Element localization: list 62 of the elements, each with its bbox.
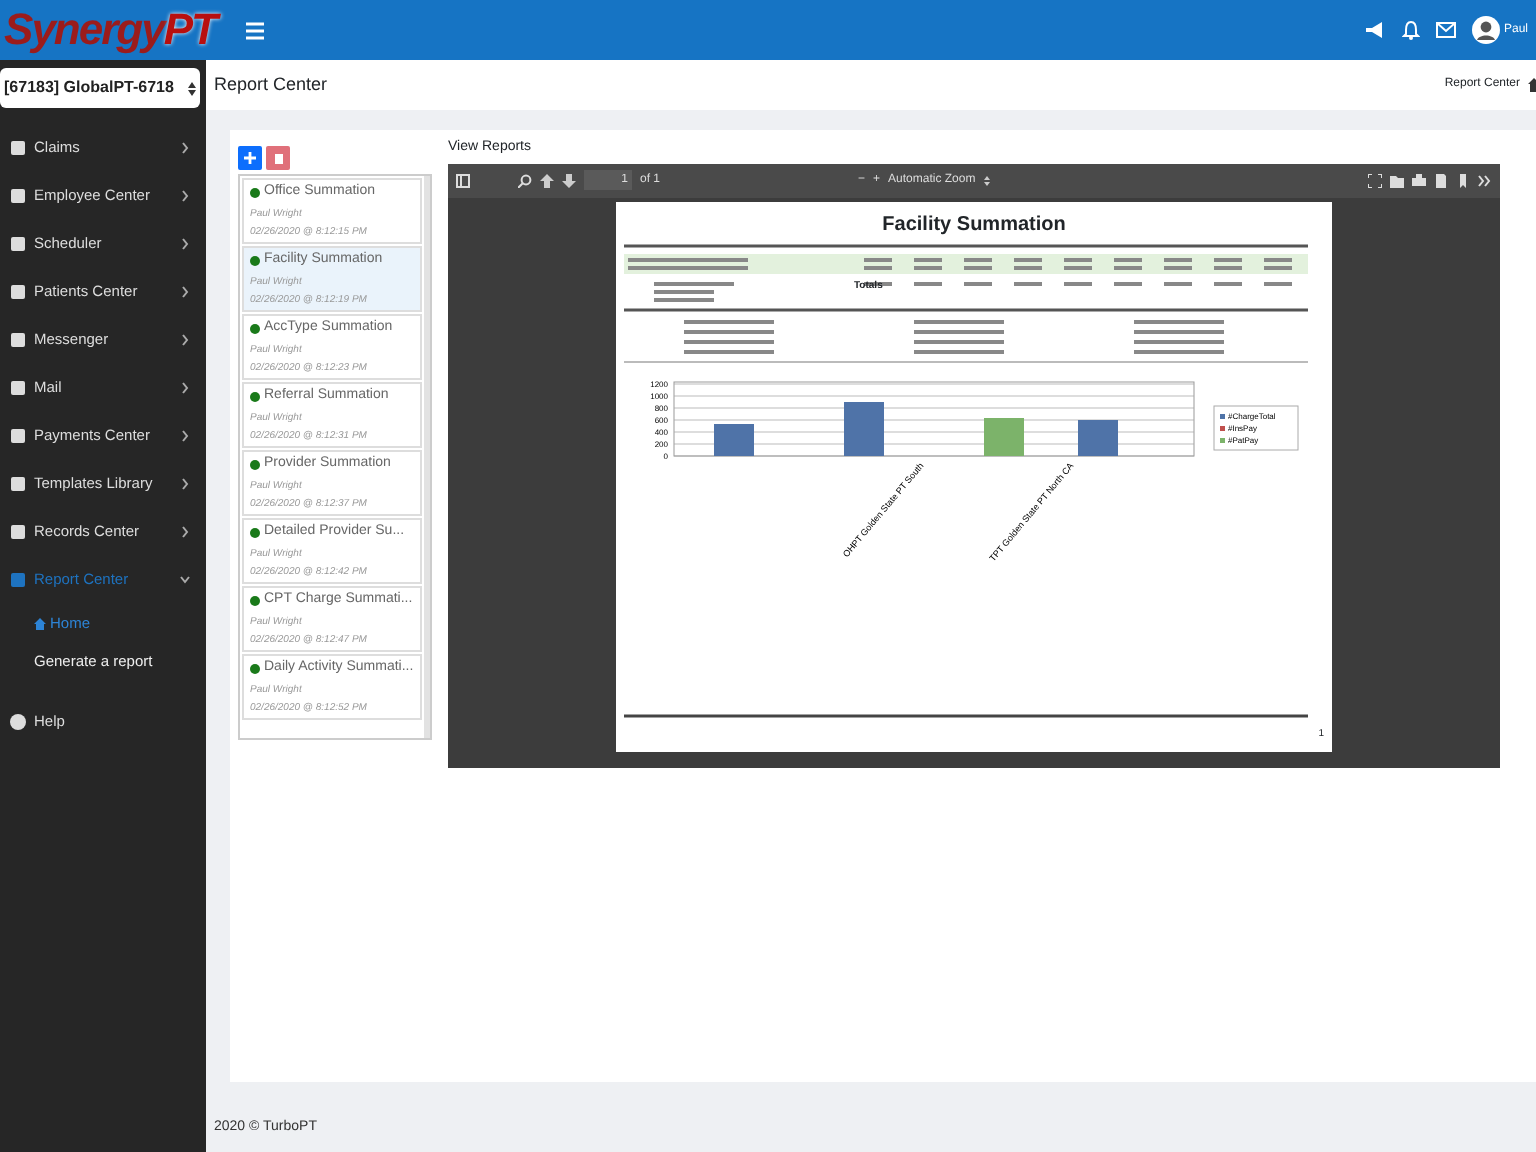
status-dot — [250, 255, 260, 266]
status-dot — [250, 459, 260, 470]
sort-icon — [983, 175, 990, 185]
square-icon — [10, 380, 26, 396]
delete-button[interactable] — [266, 146, 290, 170]
square-icon — [10, 140, 26, 156]
mail-icon[interactable] — [1435, 22, 1456, 38]
plus-icon — [244, 152, 256, 164]
home-icon[interactable] — [1528, 78, 1536, 92]
chevron-right-icon — [180, 238, 190, 250]
home-icon — [34, 618, 46, 631]
fullscreen-icon[interactable] — [1368, 173, 1382, 187]
arrow-down-icon[interactable] — [562, 173, 576, 187]
arrow-up-icon[interactable] — [540, 173, 554, 187]
help-icon — [10, 713, 26, 729]
add-button[interactable] — [238, 146, 262, 170]
scrollbar[interactable] — [423, 176, 430, 738]
status-dot — [250, 527, 260, 538]
square-icon — [10, 284, 26, 300]
square-icon — [10, 188, 26, 204]
legend-swatch — [1220, 426, 1225, 431]
chevron-down-icon — [180, 574, 190, 586]
megaphone-icon[interactable] — [1363, 20, 1386, 40]
square-icon — [10, 428, 26, 444]
status-dot — [250, 391, 260, 402]
logo: SynergyPT — [4, 0, 216, 60]
status-dot — [250, 595, 260, 606]
status-dot — [250, 323, 260, 334]
square-icon — [10, 236, 26, 252]
chart-bar — [984, 418, 1024, 456]
chevron-right-icon — [180, 430, 190, 442]
chevron-right-icon — [180, 478, 190, 490]
chart-bar — [714, 424, 754, 456]
status-dot — [250, 663, 260, 674]
square-icon — [10, 524, 26, 540]
chevron-right-icon — [180, 190, 190, 202]
bookmark-icon[interactable] — [1456, 173, 1470, 187]
menu-icon[interactable] — [243, 21, 266, 39]
bell-icon[interactable] — [1401, 20, 1420, 40]
chevron-right-icon — [180, 382, 190, 394]
folder-icon[interactable] — [1390, 173, 1404, 187]
legend-swatch — [1220, 414, 1225, 419]
chevron-right-icon — [180, 526, 190, 538]
chevron-right-icon — [180, 286, 190, 298]
double-chevron-icon[interactable] — [1478, 173, 1492, 187]
report-title: Facility Summation — [882, 211, 1066, 239]
square-icon — [10, 476, 26, 492]
document-icon[interactable] — [1434, 173, 1448, 187]
chevron-right-icon — [180, 334, 190, 346]
avatar-icon[interactable] — [1471, 16, 1500, 44]
facility-select[interactable]: [67183] GlobalPT-6718 — [0, 68, 200, 108]
sidebar-toggle-icon[interactable] — [456, 173, 470, 187]
page-title: Report Center — [214, 71, 328, 98]
square-icon — [10, 572, 26, 588]
chart-bar — [1078, 420, 1118, 456]
square-icon — [10, 332, 26, 348]
legend-swatch — [1220, 438, 1225, 443]
sort-icon — [188, 81, 196, 95]
status-dot — [250, 187, 260, 198]
chevron-right-icon — [180, 142, 190, 154]
chart-bar — [844, 402, 884, 456]
search-icon[interactable] — [518, 173, 532, 187]
